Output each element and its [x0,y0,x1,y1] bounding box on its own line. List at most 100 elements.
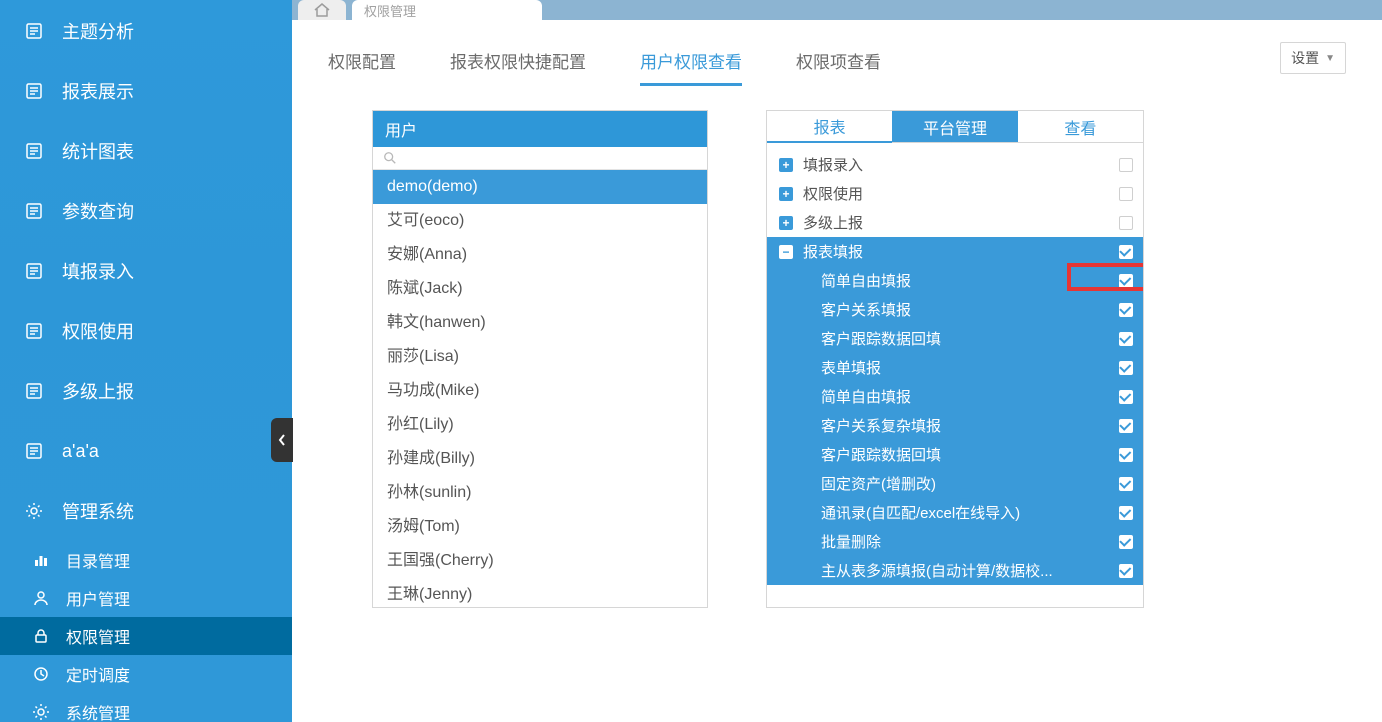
tree-row[interactable]: +多级上报 [767,208,1143,237]
user-list-item[interactable]: 汤姆(Tom) [373,510,707,544]
tree-row-child[interactable]: 固定资产(增删改) [767,469,1143,498]
sidebar-item-label: 参数查询 [62,198,134,224]
checkbox[interactable] [1119,477,1133,491]
checkbox[interactable] [1119,506,1133,520]
tree-row[interactable]: + 权限使用 [767,179,1143,208]
user-list-item[interactable]: 韩文(hanwen) [373,306,707,340]
user-list-item[interactable]: 安娜(Anna) [373,238,707,272]
lock-icon [32,627,50,645]
tree-row-child[interactable]: 客户跟踪数据回填 [767,324,1143,353]
home-tab[interactable] [298,0,346,20]
expand-icon[interactable]: + [779,187,793,201]
tree-row-child[interactable]: 批量删除 [767,527,1143,556]
checkbox[interactable] [1119,303,1133,317]
checkbox[interactable] [1119,274,1133,288]
user-list-item[interactable]: 陈斌(Jack) [373,272,707,306]
sidebar: 主题分析报表展示统计图表参数查询填报录入权限使用多级上报a'a'a管理系统 目录… [0,0,292,722]
chevron-left-icon [277,433,287,447]
tree-row-child[interactable]: 客户关系填报 [767,295,1143,324]
sidebar-sub-item-2[interactable]: 权限管理 [0,617,292,655]
tree-row-child[interactable]: 简单自由填报 [767,382,1143,411]
checkbox[interactable] [1119,361,1133,375]
top-tabbar: 权限管理 [292,0,1382,20]
sidebar-item-2[interactable]: 统计图表 [0,121,292,181]
user-list-item[interactable]: 王琳(Jenny) [373,578,707,607]
expand-icon[interactable]: + [779,158,793,172]
user-list-item[interactable]: demo(demo) [373,170,707,204]
sidebar-item-label: 统计图表 [62,138,134,164]
sidebar-item-label: 权限使用 [62,318,134,344]
sidebar-item-0[interactable]: 主题分析 [0,1,292,61]
tree-label: 客户关系复杂填报 [803,415,1119,436]
sidebar-item-label: 主题分析 [62,18,134,44]
user-list-item[interactable]: 王国强(Cherry) [373,544,707,578]
tree-row-child[interactable]: 主从表多源填报(自动计算/数据校... [767,556,1143,585]
chart-icon [32,551,50,569]
gear-icon [24,501,44,521]
checkbox[interactable] [1119,187,1133,201]
spacer [779,448,793,462]
user-search-input[interactable] [373,147,707,170]
inner-tab-1[interactable]: 报表权限快捷配置 [450,48,586,86]
doc-icon [24,381,44,401]
tree-row-child[interactable]: 通讯录(自匹配/excel在线导入) [767,498,1143,527]
sidebar-collapse-handle[interactable] [271,418,293,462]
tree-row-child[interactable]: 客户关系复杂填报 [767,411,1143,440]
inner-tab-2[interactable]: 用户权限查看 [640,48,742,86]
perm-tab-view[interactable]: 查看 [1018,111,1143,142]
checkbox[interactable] [1119,419,1133,433]
inner-tab-0[interactable]: 权限配置 [328,48,396,86]
user-list-item[interactable]: 孙林(sunlin) [373,476,707,510]
tree-row-child[interactable]: 客户跟踪数据回填 [767,440,1143,469]
spacer [779,506,793,520]
sidebar-sub-label: 目录管理 [66,548,130,572]
tree-row[interactable]: +参数查询 [767,143,1143,150]
gear-icon [32,703,50,721]
tree-row[interactable]: +填报录入 [767,150,1143,179]
sidebar-item-6[interactable]: 多级上报 [0,361,292,421]
tree-label: 权限使用 [803,183,1119,204]
sidebar-sub-item-0[interactable]: 目录管理 [0,541,292,579]
doc-icon [24,81,44,101]
doc-icon [24,201,44,221]
settings-dropdown[interactable]: 设置 ▼ [1280,42,1346,74]
doc-icon [24,261,44,281]
perm-tab-report[interactable]: 报表 [767,111,892,143]
collapse-icon[interactable]: − [779,245,793,259]
tree-row-child[interactable]: 表单填报 [767,353,1143,382]
checkbox[interactable] [1119,332,1133,346]
spacer [779,477,793,491]
sidebar-item-7[interactable]: a'a'a [0,421,292,481]
checkbox[interactable] [1119,564,1133,578]
user-list-item[interactable]: 孙红(Lily) [373,408,707,442]
perm-tab-platform[interactable]: 平台管理 [892,111,1017,142]
inner-tab-3[interactable]: 权限项查看 [796,48,881,86]
tree-label: 批量删除 [803,531,1119,552]
checkbox[interactable] [1119,216,1133,230]
spacer [779,564,793,578]
expand-icon[interactable]: + [779,216,793,230]
sidebar-sub-item-1[interactable]: 用户管理 [0,579,292,617]
sidebar-sub-item-4[interactable]: 系统管理 [0,693,292,722]
sidebar-item-5[interactable]: 权限使用 [0,301,292,361]
sidebar-item-1[interactable]: 报表展示 [0,61,292,121]
page-tab[interactable]: 权限管理 [352,0,542,20]
checkbox[interactable] [1119,390,1133,404]
sidebar-item-4[interactable]: 填报录入 [0,241,292,301]
checkbox[interactable] [1119,535,1133,549]
tree-row-expanded[interactable]: −报表填报 [767,237,1143,266]
sidebar-sub-item-3[interactable]: 定时调度 [0,655,292,693]
tree-label: 简单自由填报 [803,270,1119,291]
checkbox[interactable] [1119,158,1133,172]
checkbox[interactable] [1119,448,1133,462]
user-panel: 用户 demo(demo)艾可(eoco)安娜(Anna)陈斌(Jack)韩文(… [372,110,708,608]
user-list-item[interactable]: 丽莎(Lisa) [373,340,707,374]
user-list-item[interactable]: 马功成(Mike) [373,374,707,408]
sidebar-item-3[interactable]: 参数查询 [0,181,292,241]
sidebar-item-8[interactable]: 管理系统 [0,481,292,541]
sidebar-item-label: 填报录入 [62,258,134,284]
checkbox[interactable] [1119,245,1133,259]
tree-row-child[interactable]: 简单自由填报 [767,266,1143,295]
user-list-item[interactable]: 艾可(eoco) [373,204,707,238]
user-list-item[interactable]: 孙建成(Billy) [373,442,707,476]
